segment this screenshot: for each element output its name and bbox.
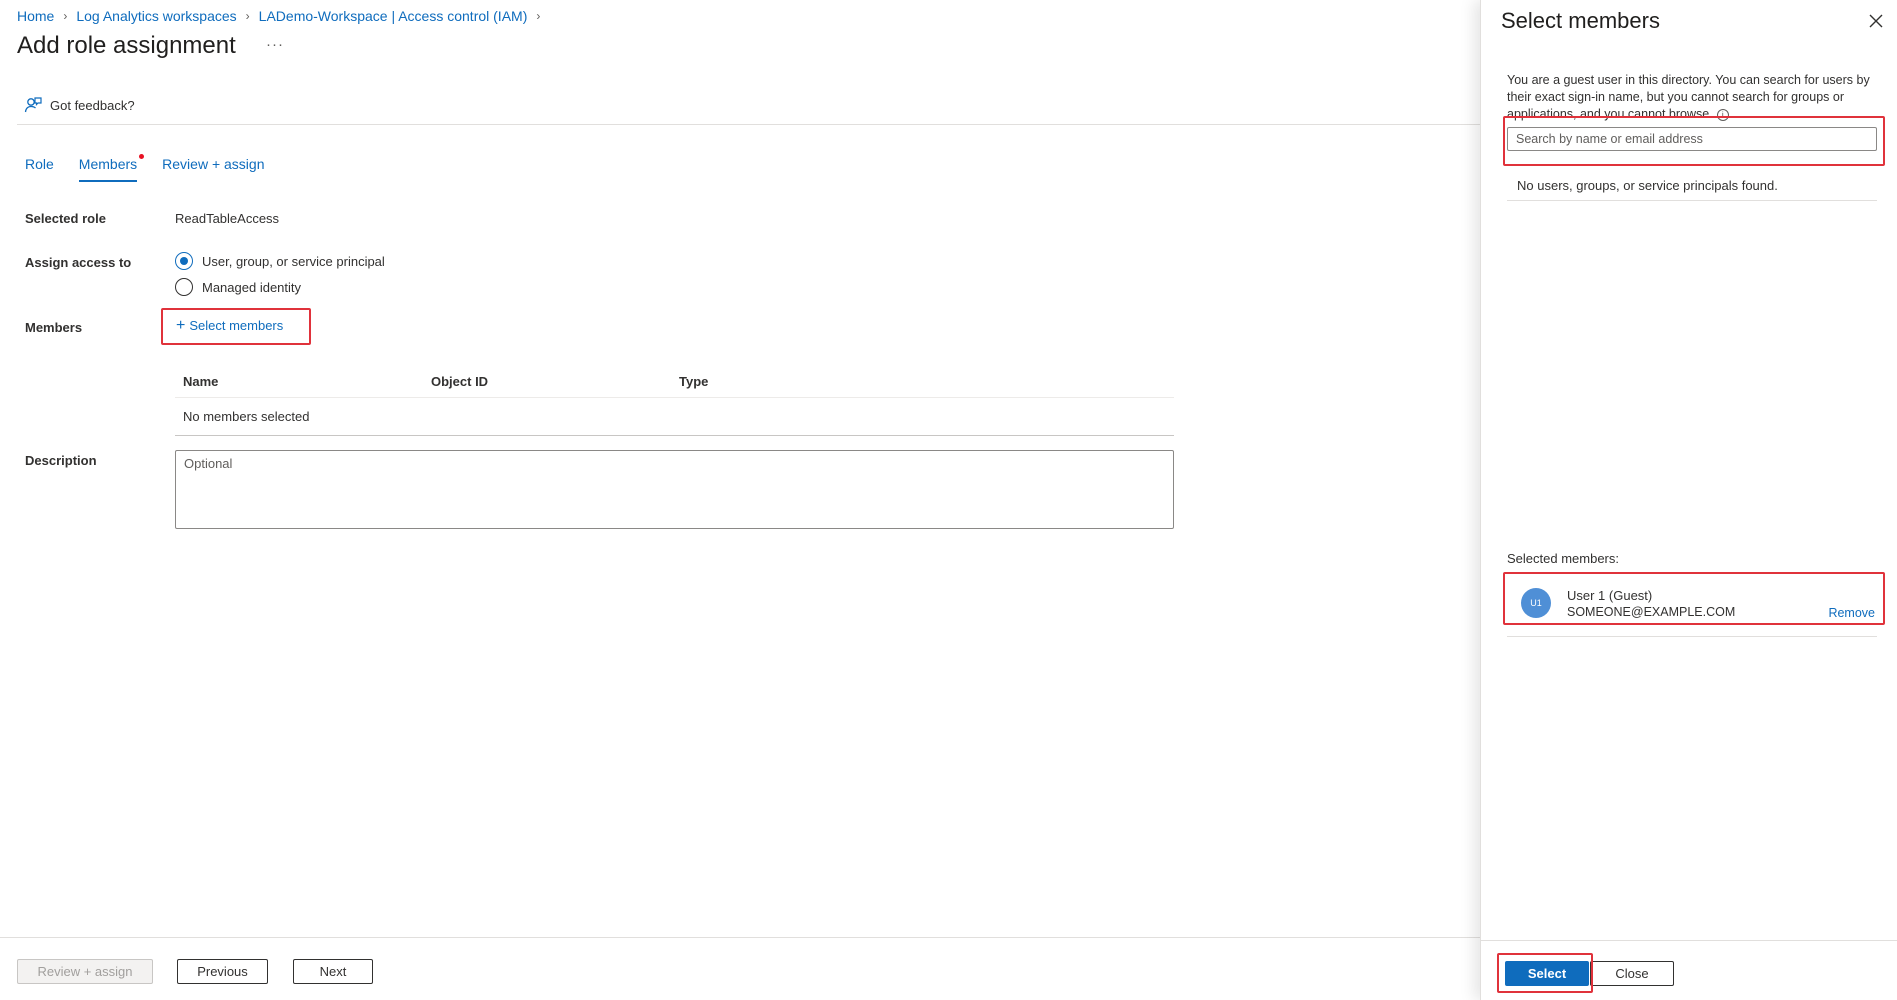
selected-divider [1507,636,1877,637]
column-name: Name [183,374,219,389]
footer-divider [0,937,1480,938]
previous-button[interactable]: Previous [177,959,268,984]
select-members-panel: Select members You are a guest user in t… [1480,0,1897,1000]
selected-role-label: Selected role [25,211,106,226]
column-type: Type [679,374,709,389]
close-icon[interactable] [1865,10,1887,32]
description-input[interactable] [175,450,1174,529]
feedback-label: Got feedback? [50,97,135,113]
review-assign-button[interactable]: Review + assign [17,959,153,984]
page-title: Add role assignment [17,32,236,59]
breadcrumb-log-analytics-workspaces[interactable]: Log Analytics workspaces [76,8,236,24]
breadcrumb: Home › Log Analytics workspaces › LADemo… [17,6,549,26]
select-button[interactable]: Select [1505,961,1589,986]
tab-members[interactable]: Members [78,154,145,182]
guest-user-note: You are a guest user in this directory. … [1507,72,1882,123]
info-icon[interactable]: i [1716,108,1729,121]
members-table: Name Object ID Type No members selected [175,366,1174,436]
selected-member-item: U1 User 1 (Guest) SOMEONE@EXAMPLE.COM Re… [1507,580,1877,620]
members-label: Members [25,320,83,335]
main-blade: Home › Log Analytics workspaces › LADemo… [0,0,1480,1000]
breadcrumb-chevron-icon: › [536,9,541,23]
column-object-id: Object ID [431,374,489,389]
tab-role[interactable]: Role [25,154,54,182]
plus-icon: + [176,317,186,334]
next-button[interactable]: Next [293,959,373,984]
breadcrumb-chevron-icon: › [63,9,68,23]
tab-members-label: Members [78,156,138,172]
radio-user-group-sp[interactable]: User, group, or service principal [175,252,385,270]
more-options-icon[interactable]: ··· [266,36,284,53]
header-divider [17,124,1480,125]
radio-checked-icon [175,252,193,270]
members-table-empty-row: No members selected [175,398,1174,436]
description-label: Description [25,453,97,468]
selected-member-name: User 1 (Guest) [1567,588,1653,603]
avatar: U1 [1521,588,1551,618]
required-dot-icon [139,154,145,159]
close-button[interactable]: Close [1590,961,1674,986]
feedback-button[interactable]: Got feedback? [24,96,135,114]
radio-user-group-sp-label: User, group, or service principal [202,253,385,269]
results-divider [1507,200,1877,201]
feedback-person-icon [24,97,42,113]
radio-managed-identity[interactable]: Managed identity [175,278,301,296]
breadcrumb-chevron-icon: › [245,9,250,23]
radio-managed-identity-label: Managed identity [202,279,302,295]
panel-title: Select members [1501,8,1660,33]
guest-user-note-text: You are a guest user in this directory. … [1507,73,1870,121]
close-x-icon [1869,14,1883,28]
remove-member-link[interactable]: Remove [1828,606,1875,620]
wizard-tabs: Role Members Review + assign [25,154,289,182]
select-members-link-label: Select members [189,318,284,333]
tab-review-assign[interactable]: Review + assign [162,154,264,182]
members-table-header: Name Object ID Type [175,366,1174,398]
selected-member-email: SOMEONE@EXAMPLE.COM [1567,605,1736,619]
breadcrumb-workspace-iam[interactable]: LADemo-Workspace | Access control (IAM) [259,8,528,24]
member-search-input[interactable] [1507,127,1877,151]
no-results-text: No users, groups, or service principals … [1517,178,1778,193]
selected-members-label: Selected members: [1507,551,1619,566]
selected-role-value: ReadTableAccess [175,211,280,226]
panel-footer-divider [1481,940,1897,941]
assign-access-label: Assign access to [25,255,132,270]
breadcrumb-home[interactable]: Home [17,8,54,24]
select-members-link[interactable]: + Select members [176,317,284,334]
radio-unchecked-icon [175,278,193,296]
